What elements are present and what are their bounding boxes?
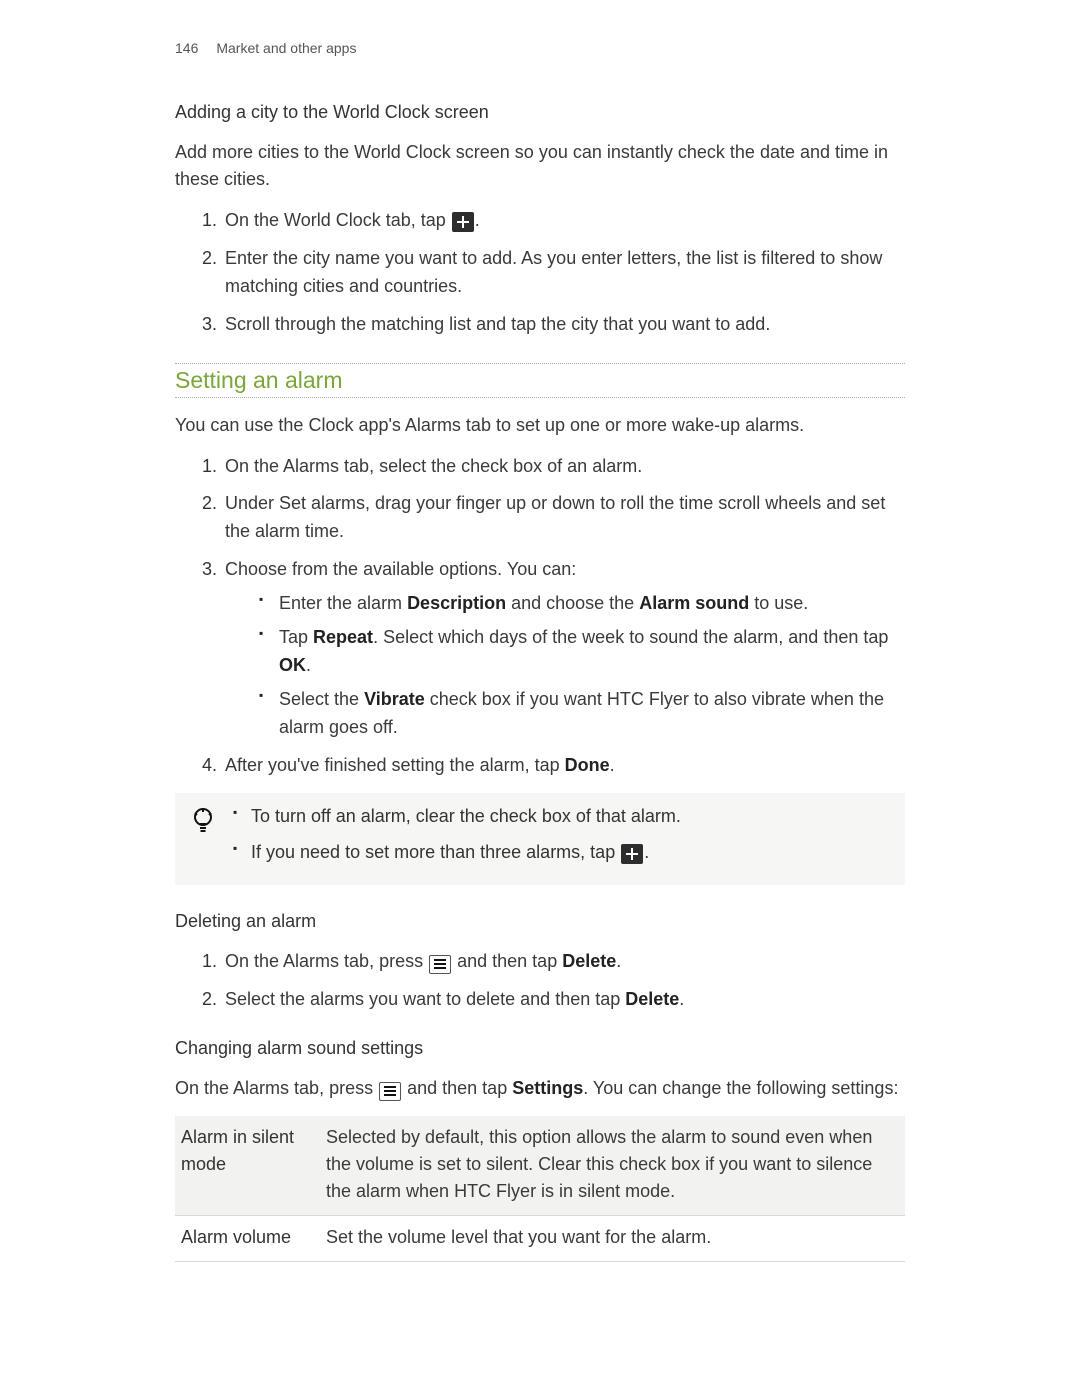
list-item: Tap Repeat. Select which days of the wee… [259,624,905,680]
list-item: Select the alarms you want to delete and… [203,986,905,1014]
ordered-list: On the Alarms tab, select the check box … [175,453,905,780]
list-item: Enter the city name you want to add. As … [203,245,905,301]
term: Vibrate [364,689,425,709]
settings-value: Selected by default, this option allows … [320,1116,905,1216]
list-item: On the Alarms tab, select the check box … [203,453,905,481]
list-item: On the Alarms tab, press and then tap De… [203,948,905,976]
section-heading: Setting an alarm [175,363,905,398]
paragraph: You can use the Clock app's Alarms tab t… [175,412,905,439]
text: Choose from the available options. You c… [225,559,576,579]
unordered-list: Enter the alarm Description and choose t… [225,590,905,741]
term: Done [565,755,610,775]
rule [175,397,905,398]
page-number: 146 [175,40,198,56]
lightbulb-icon [191,807,215,835]
text: On the Alarms tab, press [225,951,428,971]
page: 146 Market and other apps Adding a city … [0,0,1080,1397]
subheading-add-city: Adding a city to the World Clock screen [175,102,905,123]
text: . [610,755,615,775]
list-item: Under Set alarms, drag your finger up or… [203,490,905,546]
term: Delete [625,989,679,1009]
content: 146 Market and other apps Adding a city … [175,40,905,1262]
text: . Select which days of the week to sound… [373,627,888,647]
plus-icon [452,212,474,232]
term: Alarm sound [639,593,749,613]
page-chapter: Market and other apps [216,40,356,56]
text: to use. [749,593,808,613]
settings-key: Alarm volume [175,1216,320,1262]
text: . [679,989,684,1009]
text: If you need to set more than three alarm… [251,842,620,862]
term: Delete [562,951,616,971]
text: After you've finished setting the alarm,… [225,755,565,775]
table-row: Alarm volume Set the volume level that y… [175,1216,905,1262]
term: Repeat [313,627,373,647]
table-row: Alarm in silent mode Selected by default… [175,1116,905,1216]
text: Select the [279,689,364,709]
plus-icon [621,844,643,864]
text: On the Alarms tab, press [175,1078,378,1098]
text: . You can change the following settings: [583,1078,898,1098]
menu-icon [429,955,451,974]
term: OK [279,655,306,675]
text: and then tap [407,1078,512,1098]
list-item: On the World Clock tab, tap . [203,207,905,235]
text: and then tap [457,951,562,971]
settings-table: Alarm in silent mode Selected by default… [175,1116,905,1262]
ordered-list: On the World Clock tab, tap . Enter the … [175,207,905,339]
list-item: To turn off an alarm, clear the check bo… [233,803,681,831]
text: On the World Clock tab, tap [225,210,451,230]
term: Description [407,593,506,613]
paragraph: On the Alarms tab, press and then tap Se… [175,1075,905,1102]
list-item: If you need to set more than three alarm… [233,839,681,867]
tip-list: To turn off an alarm, clear the check bo… [233,803,681,875]
term: Settings [512,1078,583,1098]
settings-key: Alarm in silent mode [175,1116,320,1216]
text: . [644,842,649,862]
list-item: Choose from the available options. You c… [203,556,905,741]
text: . [306,655,311,675]
text: . [616,951,621,971]
text: Select the alarms you want to delete and… [225,989,625,1009]
text: and choose the [506,593,639,613]
list-item: Scroll through the matching list and tap… [203,311,905,339]
text: Enter the alarm [279,593,407,613]
tip-box: To turn off an alarm, clear the check bo… [175,793,905,885]
paragraph: Add more cities to the World Clock scree… [175,139,905,193]
settings-value: Set the volume level that you want for t… [320,1216,905,1262]
section-title: Setting an alarm [175,364,905,397]
subheading-change-settings: Changing alarm sound settings [175,1038,905,1059]
page-header: 146 Market and other apps [175,40,905,56]
subheading-delete-alarm: Deleting an alarm [175,911,905,932]
list-item: Select the Vibrate check box if you want… [259,686,905,742]
text: Tap [279,627,313,647]
ordered-list: On the Alarms tab, press and then tap De… [175,948,905,1014]
list-item: After you've finished setting the alarm,… [203,752,905,780]
list-item: Enter the alarm Description and choose t… [259,590,905,618]
text: . [475,210,480,230]
menu-icon [379,1082,401,1101]
